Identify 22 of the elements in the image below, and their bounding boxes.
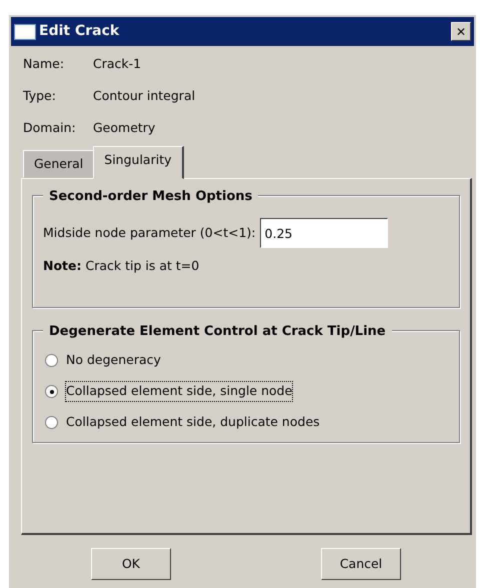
input-field[interactable]: 0.25 — [260, 218, 388, 248]
radio-label[interactable]: No degeneracy — [66, 351, 161, 370]
window-title: Edit Crack — [39, 22, 120, 41]
radio-button[interactable] — [45, 416, 58, 429]
tab[interactable]: General — [23, 150, 94, 178]
field-label: Name: — [23, 54, 66, 73]
radio-button[interactable] — [45, 354, 58, 367]
close-button[interactable]: ✕ — [451, 22, 471, 41]
radio-button[interactable] — [45, 385, 58, 398]
field-label: Type: — [23, 86, 57, 105]
field-label: Domain: — [23, 118, 77, 137]
field-value: Contour integral — [93, 86, 196, 105]
dialog-button[interactable]: OK — [91, 548, 171, 580]
tab[interactable]: Singularity — [93, 146, 184, 179]
radio-label[interactable]: Collapsed element side, duplicate nodes — [66, 413, 320, 432]
field-value: Geometry — [93, 118, 156, 137]
window-icon — [14, 24, 36, 40]
dialog-button[interactable]: Cancel — [321, 548, 401, 580]
note-text: Note: Crack tip is at t=0 — [43, 257, 200, 275]
field-label: Midside node parameter (0<t<1): — [43, 224, 256, 242]
radio-label[interactable]: Collapsed element side, single node — [66, 382, 292, 401]
field-value: Crack-1 — [93, 54, 142, 73]
